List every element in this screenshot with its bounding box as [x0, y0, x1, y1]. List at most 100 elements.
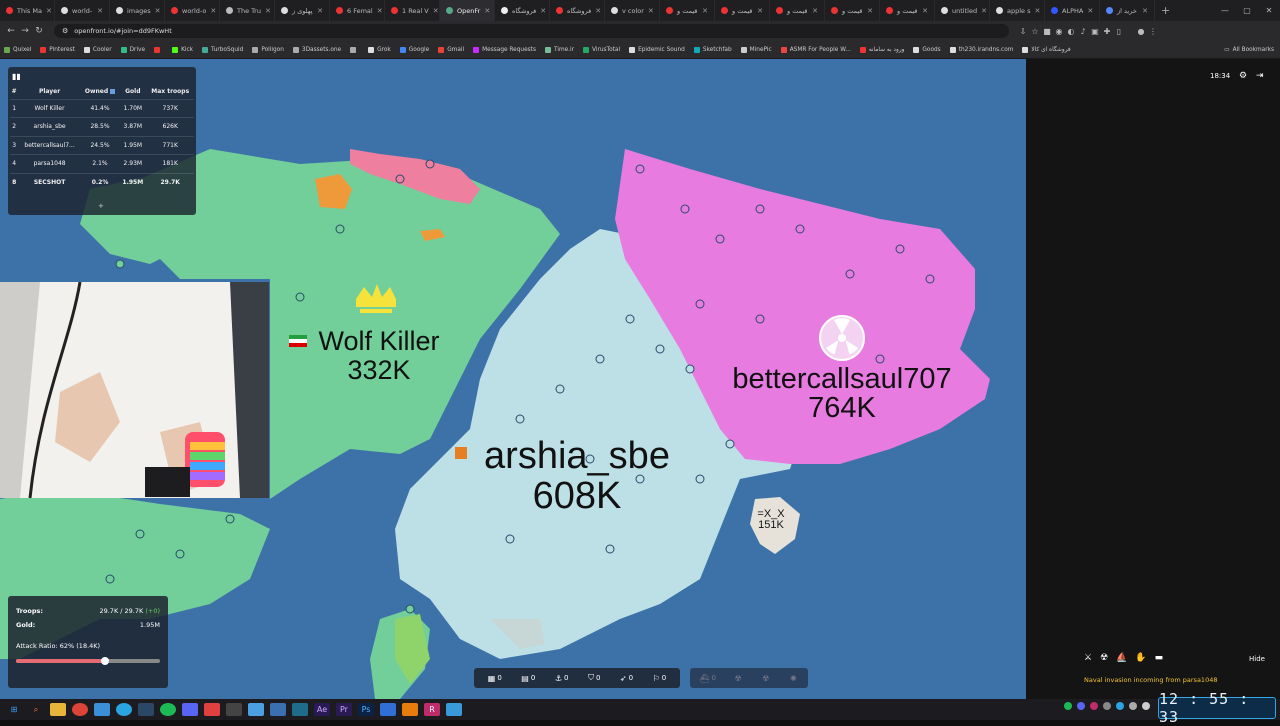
tray-icon[interactable]	[1064, 702, 1072, 710]
install-icon[interactable]: ⇩	[1017, 27, 1029, 36]
close-tab-icon[interactable]: ✕	[1083, 7, 1093, 15]
close-tab-icon[interactable]: ✕	[753, 7, 763, 15]
extensions-puzzle-icon[interactable]: ✚	[1101, 27, 1113, 36]
browser-tab[interactable]: قیمت و ✕	[770, 0, 825, 21]
app-icon[interactable]	[204, 703, 220, 716]
close-window-button[interactable]: ✕	[1258, 6, 1280, 15]
url-field[interactable]: ⚙ openfront.io/#join=dd9FKwHt	[54, 24, 1009, 38]
chrome-icon[interactable]	[72, 703, 88, 716]
attack-ratio-handle[interactable]	[101, 656, 110, 665]
browser-tab[interactable]: world- ✕	[55, 0, 110, 21]
browser-tab[interactable]: فروشگاه ✕	[550, 0, 605, 21]
build-item[interactable]: ➶ 0	[620, 674, 633, 683]
steam-icon[interactable]	[138, 703, 154, 716]
premiere-icon[interactable]: Pr	[336, 703, 352, 716]
bookmark-item[interactable]: Cooler	[83, 46, 112, 53]
tray-icon[interactable]	[1129, 702, 1137, 710]
sort-icon[interactable]	[110, 89, 116, 95]
browser-tab[interactable]: 6 Femal ✕	[330, 0, 385, 21]
bookmark-item[interactable]: Gmail	[438, 46, 464, 53]
tray-icon[interactable]	[1077, 702, 1085, 710]
close-tab-icon[interactable]: ✕	[206, 7, 216, 15]
close-tab-icon[interactable]: ✕	[1138, 7, 1148, 15]
site-info-icon[interactable]: ⚙	[62, 27, 68, 35]
app-icon[interactable]	[446, 703, 462, 716]
close-tab-icon[interactable]: ✕	[1031, 7, 1041, 15]
close-tab-icon[interactable]: ✕	[373, 7, 383, 15]
bookmark-item[interactable]: Message Requests	[473, 46, 536, 53]
close-tab-icon[interactable]: ✕	[977, 7, 987, 15]
browser-tab[interactable]: The Tru ✕	[220, 0, 275, 21]
bookmark-item[interactable]: Pinterest	[40, 46, 75, 53]
menu-icon[interactable]: ⋮	[1147, 27, 1159, 36]
close-tab-icon[interactable]: ✕	[151, 7, 161, 15]
hide-button[interactable]: Hide	[1249, 655, 1265, 663]
exit-icon[interactable]: ⇥	[1256, 71, 1264, 81]
nuke-filter-icon[interactable]: ☢	[1100, 653, 1108, 663]
build-item-disabled[interactable]: ⛴ 0	[699, 674, 716, 683]
bookmark-item[interactable]: ASMR For People W...	[780, 46, 851, 53]
after-effects-icon[interactable]: Ae	[314, 703, 330, 716]
maximize-button[interactable]: ▢	[1236, 6, 1258, 15]
browser-tab[interactable]: apple s ✕	[990, 0, 1045, 21]
bookmark-item[interactable]: فروشگاه ای کالا	[1022, 46, 1071, 53]
leaderboard-header[interactable]: Owned	[81, 85, 119, 99]
tray-icon[interactable]	[1116, 702, 1124, 710]
photoshop-icon[interactable]: Ps	[358, 703, 374, 716]
search-icon[interactable]: ⌕	[28, 703, 44, 716]
leaderboard-row[interactable]: 4 parsa1048 2.1% 2.93M 181K	[10, 154, 194, 173]
bookmark-item[interactable]: VirusTotal	[583, 46, 620, 53]
app-icon[interactable]	[270, 703, 286, 716]
browser-tab[interactable]: قیمت و ✕	[715, 0, 770, 21]
back-button[interactable]: ←	[4, 26, 18, 36]
leaderboard-header[interactable]: Gold	[119, 85, 146, 99]
telegram-icon[interactable]	[116, 703, 132, 716]
browser-tab[interactable]: قیمت و ✕	[825, 0, 880, 21]
alliance-icon[interactable]: ✋	[1135, 653, 1146, 663]
close-tab-icon[interactable]: ✕	[313, 7, 323, 15]
close-tab-icon[interactable]: ✕	[863, 7, 873, 15]
profile-icon[interactable]: ●	[1135, 27, 1147, 36]
boat-icon[interactable]: ⛵	[1116, 653, 1127, 663]
close-tab-icon[interactable]: ✕	[808, 7, 818, 15]
build-item-disabled[interactable]: ✺	[790, 674, 799, 683]
close-tab-icon[interactable]: ✕	[918, 7, 928, 15]
tray-icon[interactable]	[1090, 702, 1098, 710]
bookmark-item[interactable]: ورود به سامانه	[859, 46, 904, 53]
app-icon[interactable]	[380, 703, 396, 716]
close-tab-icon[interactable]: ✕	[42, 7, 52, 15]
browser-tab[interactable]: پهلوی ز ✕	[275, 0, 330, 21]
leaderboard-icon[interactable]: ▮▮	[12, 72, 21, 81]
bookmark-item[interactable]: th230.irandns.com	[949, 46, 1013, 53]
discord-icon[interactable]	[182, 703, 198, 716]
attack-ratio-slider[interactable]	[16, 656, 160, 665]
bookmark-item[interactable]: Kick	[172, 46, 193, 53]
leaderboard-row[interactable]: 1 Wolf Killer 41.4% 1.70M 737K	[10, 98, 194, 118]
build-item[interactable]: ▦ 0	[488, 674, 502, 683]
spotify-icon[interactable]	[160, 703, 176, 716]
app-icon[interactable]	[94, 703, 110, 716]
bookmark-star-icon[interactable]: ☆	[1029, 27, 1041, 36]
chat-icon[interactable]: ▬	[1155, 653, 1164, 663]
browser-tab[interactable]: world-o ✕	[165, 0, 220, 21]
windows-start-icon[interactable]: ⊞	[6, 703, 22, 716]
extension-icon[interactable]: ◉	[1053, 27, 1065, 36]
build-item[interactable]: ▤ 0	[521, 674, 535, 683]
app-icon[interactable]	[292, 703, 308, 716]
reload-button[interactable]: ↻	[32, 26, 46, 36]
forward-button[interactable]: →	[18, 26, 32, 36]
build-item-disabled[interactable]: ☢	[762, 674, 771, 683]
sword-icon[interactable]: ⚔	[1084, 653, 1092, 663]
browser-tab[interactable]: ALPHA ✕	[1045, 0, 1100, 21]
browser-tab[interactable]: 1 Real V ✕	[385, 0, 440, 21]
bookmark-item[interactable]: Time.ir	[544, 46, 574, 53]
close-tab-icon[interactable]: ✕	[93, 7, 103, 15]
tray-icon[interactable]	[1103, 702, 1111, 710]
leaderboard-row[interactable]: 3 bettercallsaul7... 24.5% 1.95M 771K	[10, 135, 194, 155]
bookmark-item[interactable]: Sketchfab	[693, 46, 732, 53]
close-tab-icon[interactable]: ✕	[261, 7, 271, 15]
browser-tab[interactable]: فروشگاه ✕	[495, 0, 550, 21]
bookmark-item[interactable]: TurboSquid	[202, 46, 243, 53]
bookmark-item[interactable]: Google	[399, 46, 429, 53]
browser-tab[interactable]: OpenFr ✕	[440, 0, 495, 21]
